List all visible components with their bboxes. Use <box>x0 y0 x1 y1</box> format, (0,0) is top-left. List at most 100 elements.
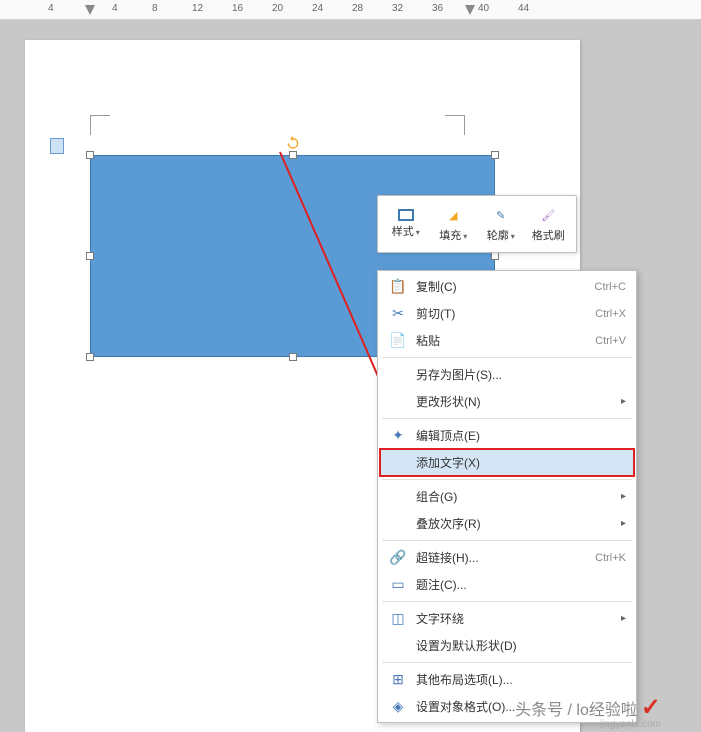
ruler-tick: 32 <box>392 3 403 14</box>
context-menu: 📋复制(C)Ctrl+C✂剪切(T)Ctrl+X📄粘贴Ctrl+V另存为图片(S… <box>377 270 637 723</box>
menu-item-8[interactable]: 添加文字(X) <box>380 449 634 476</box>
menu-item-19[interactable]: ⊞ 其他布局选项(L)... <box>380 666 634 693</box>
menu-item-1[interactable]: ✂ 剪切(T)Ctrl+X <box>380 300 634 327</box>
menu-item-label: 更改形状(N) <box>416 393 626 410</box>
menu-shortcut: Ctrl+K <box>595 552 626 564</box>
submenu-arrow-icon: ▸ <box>621 491 626 502</box>
check-icon: ✓ <box>641 693 661 722</box>
cut-icon: ✂ <box>388 306 408 322</box>
dropdown-arrow-icon: ▾ <box>463 232 467 241</box>
brush-icon: 🖌 <box>538 205 558 225</box>
ruler-tick: 8 <box>152 3 158 14</box>
menu-item-label: 另存为图片(S)... <box>416 366 626 383</box>
outline-button[interactable]: ✎ 轮廓▾ <box>477 200 525 248</box>
watermark: 头条号 / lo经验啦 ✓ <box>515 693 661 722</box>
menu-item-7[interactable]: ✦ 编辑顶点(E) <box>380 422 634 449</box>
fill-button[interactable]: ◢ 填充▾ <box>430 200 478 248</box>
menu-separator <box>382 357 632 358</box>
dropdown-arrow-icon: ▾ <box>416 228 420 237</box>
menu-item-label: 设置为默认形状(D) <box>416 637 626 654</box>
watermark-text: 头条号 / lo经验啦 <box>515 696 637 720</box>
horizontal-ruler: 4 4 8 12 16 20 24 28 32 36 40 44 <box>0 0 701 20</box>
paste-icon: 📄 <box>388 333 408 349</box>
ruler-tick: 36 <box>432 3 443 14</box>
menu-item-2[interactable]: 📄 粘贴Ctrl+V <box>380 327 634 354</box>
resize-handle-top-left[interactable] <box>86 151 94 159</box>
rotate-handle-icon[interactable] <box>285 134 301 150</box>
submenu-arrow-icon: ▸ <box>621 613 626 624</box>
outline-icon: ✎ <box>491 205 511 225</box>
submenu-arrow-icon: ▸ <box>621 396 626 407</box>
blank-icon <box>388 516 408 532</box>
menu-item-17[interactable]: 设置为默认形状(D) <box>380 632 634 659</box>
resize-handle-middle-left[interactable] <box>86 252 94 260</box>
menu-item-label: 剪切(T) <box>416 305 595 322</box>
menu-item-label: 添加文字(X) <box>416 454 626 471</box>
blank-icon <box>388 394 408 410</box>
blank-icon <box>388 367 408 383</box>
menu-item-label: 叠放次序(R) <box>416 515 626 532</box>
menu-item-5[interactable]: 更改形状(N)▸ <box>380 388 634 415</box>
menu-item-13[interactable]: 🔗 超链接(H)...Ctrl+K <box>380 544 634 571</box>
margin-mark-top-right <box>445 115 465 135</box>
format-icon: ◈ <box>388 699 408 715</box>
menu-item-label: 超链接(H)... <box>416 549 595 566</box>
menu-item-label: 编辑顶点(E) <box>416 427 626 444</box>
blank-icon <box>388 638 408 654</box>
format-painter-button[interactable]: 🖌 格式刷 <box>525 200 573 248</box>
menu-item-label: 复制(C) <box>416 278 595 295</box>
resize-handle-top-middle[interactable] <box>289 151 297 159</box>
menu-item-label: 其他布局选项(L)... <box>416 671 626 688</box>
ruler-tick: 44 <box>518 3 529 14</box>
menu-separator <box>382 601 632 602</box>
ruler-tick: 28 <box>352 3 363 14</box>
margin-mark-top-left <box>90 115 110 135</box>
menu-item-label: 粘贴 <box>416 332 595 349</box>
menu-item-11[interactable]: 叠放次序(R)▸ <box>380 510 634 537</box>
fill-icon: ◢ <box>443 205 463 225</box>
dropdown-arrow-icon: ▾ <box>511 232 515 241</box>
ruler-tick: 16 <box>232 3 243 14</box>
watermark-subtitle: jingyanla.com <box>600 719 661 730</box>
ruler-left-marker[interactable] <box>85 5 95 15</box>
fill-label: 填充 <box>439 230 461 242</box>
menu-separator <box>382 540 632 541</box>
ruler-right-marker[interactable] <box>465 5 475 15</box>
style-label: 样式 <box>392 226 414 238</box>
format-painter-label: 格式刷 <box>532 230 565 242</box>
menu-item-16[interactable]: ◫文字环绕▸ <box>380 605 634 632</box>
resize-handle-bottom-middle[interactable] <box>289 353 297 361</box>
blank-icon <box>388 455 408 471</box>
menu-item-4[interactable]: 另存为图片(S)... <box>380 361 634 388</box>
menu-separator <box>382 662 632 663</box>
blank-icon <box>388 489 408 505</box>
menu-shortcut: Ctrl+V <box>595 335 626 347</box>
menu-separator <box>382 479 632 480</box>
menu-item-label: 组合(G) <box>416 488 626 505</box>
hyperlink-icon: 🔗 <box>388 550 408 566</box>
layout-icon: ⊞ <box>388 672 408 688</box>
outline-label: 轮廓 <box>487 230 509 242</box>
menu-item-0[interactable]: 📋复制(C)Ctrl+C <box>380 273 634 300</box>
resize-handle-top-right[interactable] <box>491 151 499 159</box>
menu-shortcut: Ctrl+X <box>595 308 626 320</box>
document-anchor-icon <box>50 138 64 154</box>
ruler-tick: 24 <box>312 3 323 14</box>
copy-icon: 📋 <box>388 279 408 295</box>
resize-handle-middle-right[interactable] <box>491 252 499 260</box>
menu-separator <box>382 418 632 419</box>
ruler-tick: 4 <box>48 3 54 14</box>
ruler-tick: 40 <box>478 3 489 14</box>
ruler-tick: 20 <box>272 3 283 14</box>
ruler-tick: 12 <box>192 3 203 14</box>
menu-item-label: 题注(C)... <box>416 576 626 593</box>
edit-points-icon: ✦ <box>388 428 408 444</box>
submenu-arrow-icon: ▸ <box>621 518 626 529</box>
resize-handle-bottom-left[interactable] <box>86 353 94 361</box>
menu-item-14[interactable]: ▭ 题注(C)... <box>380 571 634 598</box>
menu-item-10[interactable]: 组合(G)▸ <box>380 483 634 510</box>
caption-icon: ▭ <box>388 577 408 593</box>
style-button[interactable]: 样式▾ <box>382 200 430 248</box>
ruler-tick: 4 <box>112 3 118 14</box>
wrap-icon: ◫ <box>388 611 408 627</box>
